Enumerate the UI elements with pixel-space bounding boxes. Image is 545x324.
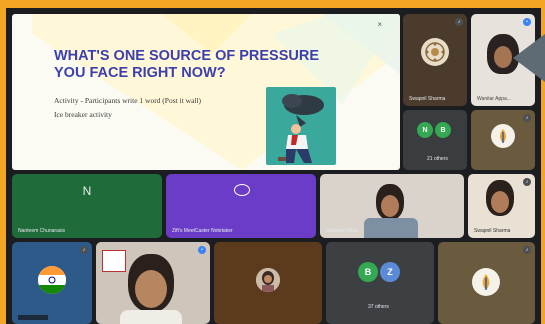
slide-body: Activity - Participants write 1 word (Po…	[54, 94, 294, 122]
slide-close-icon[interactable]: ×	[377, 20, 382, 29]
speaking-indicator-icon: •	[198, 246, 206, 254]
participant-tile-nanteem[interactable]: N Nanteem Chunarasis	[12, 174, 162, 238]
mic-indicator-icon: ♪	[80, 246, 88, 254]
participant-video	[128, 254, 174, 312]
mic-indicator-icon: ♪	[523, 114, 531, 122]
meeting-screen: × WHAT'S ONE SOURCE OF PRESSURE YOU FACE…	[6, 8, 541, 324]
notetaker-icon	[234, 184, 250, 196]
participant-shirt	[120, 310, 182, 324]
participant-tile-swapnil[interactable]: ♪ Swapnil Sharma	[403, 14, 467, 106]
others-tile-bottom[interactable]: B Z 37 others	[326, 242, 434, 324]
participant-video	[486, 180, 514, 216]
slide-title-line-1: WHAT'S ONE SOURCE OF PRESSURE	[54, 48, 320, 64]
mic-indicator-icon: ♪	[523, 246, 531, 254]
participant-avatar	[256, 268, 280, 292]
mic-indicator-icon: ♪	[455, 18, 463, 26]
others-count: 37 others	[368, 304, 389, 310]
participant-name: Zift's MeetCaster Notetaker	[172, 228, 233, 234]
speaking-indicator-icon: •	[523, 18, 531, 26]
participant-tile-logo-bottom[interactable]: ♪	[438, 242, 535, 324]
organization-logo-icon	[472, 268, 500, 296]
organization-logo-icon	[491, 124, 515, 148]
participant-name: Wanitar Appa...	[477, 96, 511, 102]
participant-tile-flag[interactable]: ♪	[12, 242, 92, 324]
participant-shirt	[364, 218, 418, 238]
participant-tile-logo-top[interactable]: ♪	[471, 110, 535, 170]
others-count: 21 others	[427, 156, 448, 162]
participant-tile-presenter[interactable]: •	[96, 242, 210, 324]
others-avatar-b: B	[435, 122, 451, 138]
slide-title: WHAT'S ONE SOURCE OF PRESSURE YOU FACE R…	[54, 48, 354, 82]
participant-initial: N	[82, 184, 92, 198]
participant-tile-ruthasa[interactable]: Ruthasa Krish...	[320, 174, 464, 238]
participant-video	[376, 184, 404, 220]
participant-name: Ruthasa Krish...	[326, 228, 362, 234]
participant-tile-notetaker[interactable]: Zift's MeetCaster Notetaker	[166, 174, 316, 238]
pointer-arrow-icon	[513, 34, 545, 82]
others-tile-top[interactable]: N B 21 others	[403, 110, 467, 170]
others-avatar-n: N	[417, 122, 433, 138]
stressed-person-illustration	[266, 87, 336, 165]
photo-frame: × WHAT'S ONE SOURCE OF PRESSURE YOU FACE…	[0, 0, 545, 324]
slide-title-line-2: YOU FACE RIGHT NOW?	[54, 65, 226, 81]
participant-name-bar	[18, 315, 48, 320]
participant-tile-woman[interactable]	[214, 242, 322, 324]
others-avatar-z: Z	[380, 262, 400, 282]
slide-background	[32, 14, 400, 170]
participant-name: Swapnil Sharma	[474, 228, 511, 234]
slide-body-line-1: Activity - Participants write 1 word (Po…	[54, 96, 202, 105]
participant-tile-swapnil-video[interactable]: ♪ Swapnil Sharma	[468, 174, 535, 238]
mic-indicator-icon: ♪	[523, 178, 531, 186]
india-flag-icon	[38, 266, 66, 294]
presentation-slide: × WHAT'S ONE SOURCE OF PRESSURE YOU FACE…	[12, 14, 400, 170]
poster-image	[102, 250, 126, 272]
participant-name: Nanteem Chunarasis	[18, 228, 65, 234]
others-avatar-b: B	[358, 262, 378, 282]
mandala-avatar	[421, 38, 449, 66]
participant-name: Swapnil Sharma	[409, 96, 446, 102]
slide-body-line-2: Ice breaker activity	[54, 110, 112, 119]
